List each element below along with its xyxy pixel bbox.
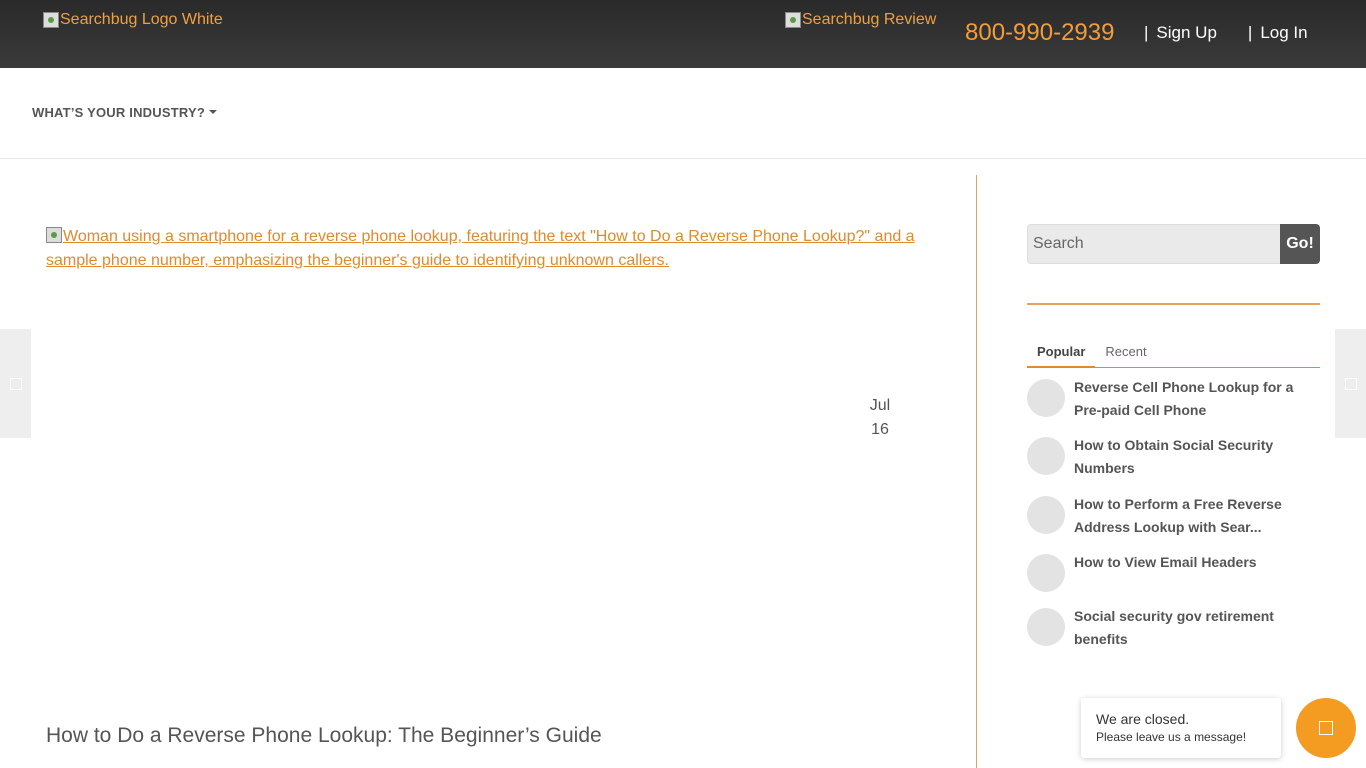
industry-dropdown-label: WHAT’S YOUR INDUSTRY? bbox=[32, 105, 205, 120]
broken-image-icon bbox=[46, 227, 62, 243]
search-input[interactable] bbox=[1027, 224, 1280, 264]
post-thumbnail[interactable] bbox=[1027, 496, 1065, 534]
search-go-button[interactable]: Go! bbox=[1280, 224, 1320, 264]
chat-icon bbox=[1319, 721, 1333, 735]
chat-prompt-text: Please leave us a message! bbox=[1096, 730, 1247, 744]
chat-status-text: We are closed. bbox=[1096, 711, 1190, 727]
chat-launcher-button[interactable] bbox=[1296, 698, 1356, 758]
hero-image-alt-text: Woman using a smartphone for a reverse p… bbox=[46, 228, 915, 269]
review-alt-text: Searchbug Review bbox=[802, 11, 937, 28]
arrow-right-icon bbox=[1344, 377, 1357, 390]
post-title[interactable]: How to Do a Reverse Phone Lookup: The Be… bbox=[46, 724, 602, 748]
list-item: Social security gov retirement benefits bbox=[1027, 605, 1320, 655]
log-in-link[interactable]: Log In bbox=[1260, 23, 1307, 43]
popular-post-link[interactable]: How to Perform a Free Reverse Address Lo… bbox=[1074, 493, 1320, 539]
post-thumbnail[interactable] bbox=[1027, 608, 1065, 646]
popular-post-link[interactable]: Social security gov retirement benefits bbox=[1074, 605, 1320, 651]
popular-post-link[interactable]: How to Obtain Social Security Numbers bbox=[1074, 434, 1320, 480]
login-item: | Log In bbox=[1248, 23, 1308, 43]
list-item: How to Obtain Social Security Numbers bbox=[1027, 434, 1320, 493]
searchbug-logo[interactable]: Searchbug Logo White bbox=[43, 11, 223, 29]
hero-image-link[interactable]: Woman using a smartphone for a reverse p… bbox=[46, 225, 926, 273]
previous-post-arrow[interactable] bbox=[0, 329, 31, 438]
list-item: Reverse Cell Phone Lookup for a Pre-paid… bbox=[1027, 376, 1320, 434]
post-date-month: Jul bbox=[869, 397, 891, 414]
next-post-arrow[interactable] bbox=[1335, 329, 1366, 438]
post-thumbnail[interactable] bbox=[1027, 437, 1065, 475]
broken-image-icon bbox=[785, 12, 801, 28]
tab-recent[interactable]: Recent bbox=[1095, 340, 1156, 368]
phone-number-link[interactable]: 800-990-2939 bbox=[965, 19, 1114, 47]
post-date: Jul 16 bbox=[860, 394, 900, 442]
sidebar-divider bbox=[1027, 303, 1320, 305]
logo-alt-text: Searchbug Logo White bbox=[60, 11, 223, 28]
post-tabs: Popular Recent bbox=[1027, 340, 1320, 368]
broken-image-icon bbox=[43, 12, 59, 28]
caret-down-icon bbox=[208, 109, 217, 114]
post-thumbnail[interactable] bbox=[1027, 379, 1065, 417]
post-thumbnail[interactable] bbox=[1027, 554, 1065, 592]
nav-separator: | bbox=[1144, 23, 1149, 42]
nav-separator: | bbox=[1247, 23, 1253, 42]
list-item: How to Perform a Free Reverse Address Lo… bbox=[1027, 493, 1320, 551]
tab-popular[interactable]: Popular bbox=[1027, 340, 1096, 368]
arrow-left-icon bbox=[9, 377, 22, 390]
industry-dropdown[interactable]: WHAT’S YOUR INDUSTRY? bbox=[32, 105, 217, 120]
signup-item: | Sign Up bbox=[1144, 23, 1217, 43]
searchbug-review-badge[interactable]: Searchbug Review bbox=[785, 11, 936, 29]
top-header: Searchbug Logo White Searchbug Review 80… bbox=[0, 0, 1366, 68]
content-divider bbox=[976, 175, 977, 768]
post-date-day: 16 bbox=[871, 421, 889, 438]
popular-post-link[interactable]: Reverse Cell Phone Lookup for a Pre-paid… bbox=[1074, 376, 1320, 422]
search-form: Go! bbox=[1027, 224, 1320, 264]
popular-post-list: Reverse Cell Phone Lookup for a Pre-paid… bbox=[1027, 376, 1320, 655]
list-item: How to View Email Headers bbox=[1027, 551, 1320, 605]
chat-message-bubble[interactable]: We are closed. Please leave us a message… bbox=[1081, 698, 1281, 758]
popular-post-link[interactable]: How to View Email Headers bbox=[1074, 551, 1257, 574]
sign-up-link[interactable]: Sign Up bbox=[1156, 23, 1216, 43]
account-nav: | Sign Up | Log In bbox=[1144, 23, 1308, 43]
industry-bar: WHAT’S YOUR INDUSTRY? bbox=[0, 68, 1366, 159]
